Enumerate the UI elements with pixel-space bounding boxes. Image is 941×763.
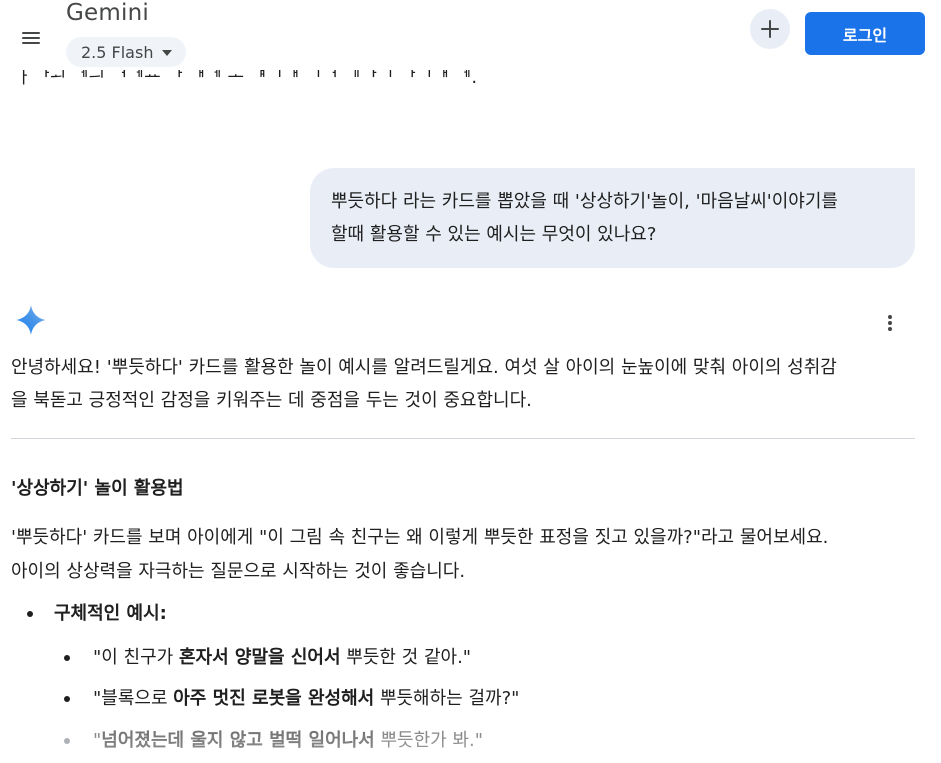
bullet-title: 구체적인 예시: [54, 603, 167, 624]
app-title: Gemini [66, 0, 149, 26]
user-message-line-1: 뿌듯하다 라는 카드를 뽑았을 때 '상상하기'놀이, '마음날씨'이야기를 [331, 191, 838, 212]
hamburger-menu-icon[interactable] [14, 21, 48, 55]
gemini-chat-page: ᅟᅡ ᅡᅬ ᅦᅴ ᅥᅦᅭ ᅡ ᅢᅦ ᅩ ᅤᅵᅢ ᅵᅥ ᅵᅵᅡᅵ ᅡᅵᅢ ᅦ. G… [0, 0, 941, 763]
model-selector[interactable]: 2.5 Flash [66, 37, 187, 67]
section-heading: '상상하기' 놀이 활용법 [11, 478, 184, 499]
response-intro-line-2: 을 북돋고 긍정적인 감정을 키워주는 데 중점을 두는 것이 중요합니다. [11, 390, 532, 411]
divider [11, 438, 915, 439]
sub-bullet-dot [64, 655, 70, 661]
response-intro: 안녕하세요! '뿌듯하다' 카드를 활용한 놀이 예시를 알려드릴게요. 여섯 … [11, 351, 919, 417]
section-paragraph: '뿌듯하다' 카드를 보며 아이에게 "이 그림 속 친구는 왜 이렇게 뿌듯한… [11, 521, 921, 589]
top-bar: Gemini 2.5 Flash 로그인 [0, 0, 941, 70]
sub-bullet-dot [64, 696, 70, 702]
section-line-2: 아이의 상상력을 자극하는 질문으로 시작하는 것이 좋습니다. [11, 561, 466, 582]
response-intro-line-1: 안녕하세요! '뿌듯하다' 카드를 활용한 놀이 예시를 알려드릴게요. 여섯 … [11, 357, 837, 378]
new-chat-button[interactable] [750, 9, 790, 49]
sub-bullet-dot [64, 738, 70, 744]
bullet-dot [27, 611, 33, 617]
caret-down-icon [162, 50, 173, 56]
example-item-3: "넘어졌는데 울지 않고 벌떡 일어나서 뿌듯한가 봐." [93, 730, 483, 751]
user-message-bubble: 뿌듯하다 라는 카드를 뽑았을 때 '상상하기'놀이, '마음날씨'이야기를 할… [310, 168, 915, 268]
example-item-2: "블록으로 아주 멋진 로봇을 완성해서 뿌듯해하는 걸까?" [93, 688, 520, 709]
model-label: 2.5 Flash [81, 42, 154, 62]
login-button[interactable]: 로그인 [805, 12, 925, 55]
more-vert-icon[interactable] [877, 310, 903, 336]
section-line-1: '뿌듯하다' 카드를 보며 아이에게 "이 그림 속 친구는 왜 이렇게 뿌듯한… [11, 527, 829, 548]
example-item-1: "이 친구가 혼자서 양말을 신어서 뿌듯한 것 같아." [93, 647, 472, 668]
user-message-line-2: 할때 활용할 수 있는 예시는 무엇이 있나요? [331, 224, 657, 245]
gemini-spark-icon [16, 305, 46, 335]
